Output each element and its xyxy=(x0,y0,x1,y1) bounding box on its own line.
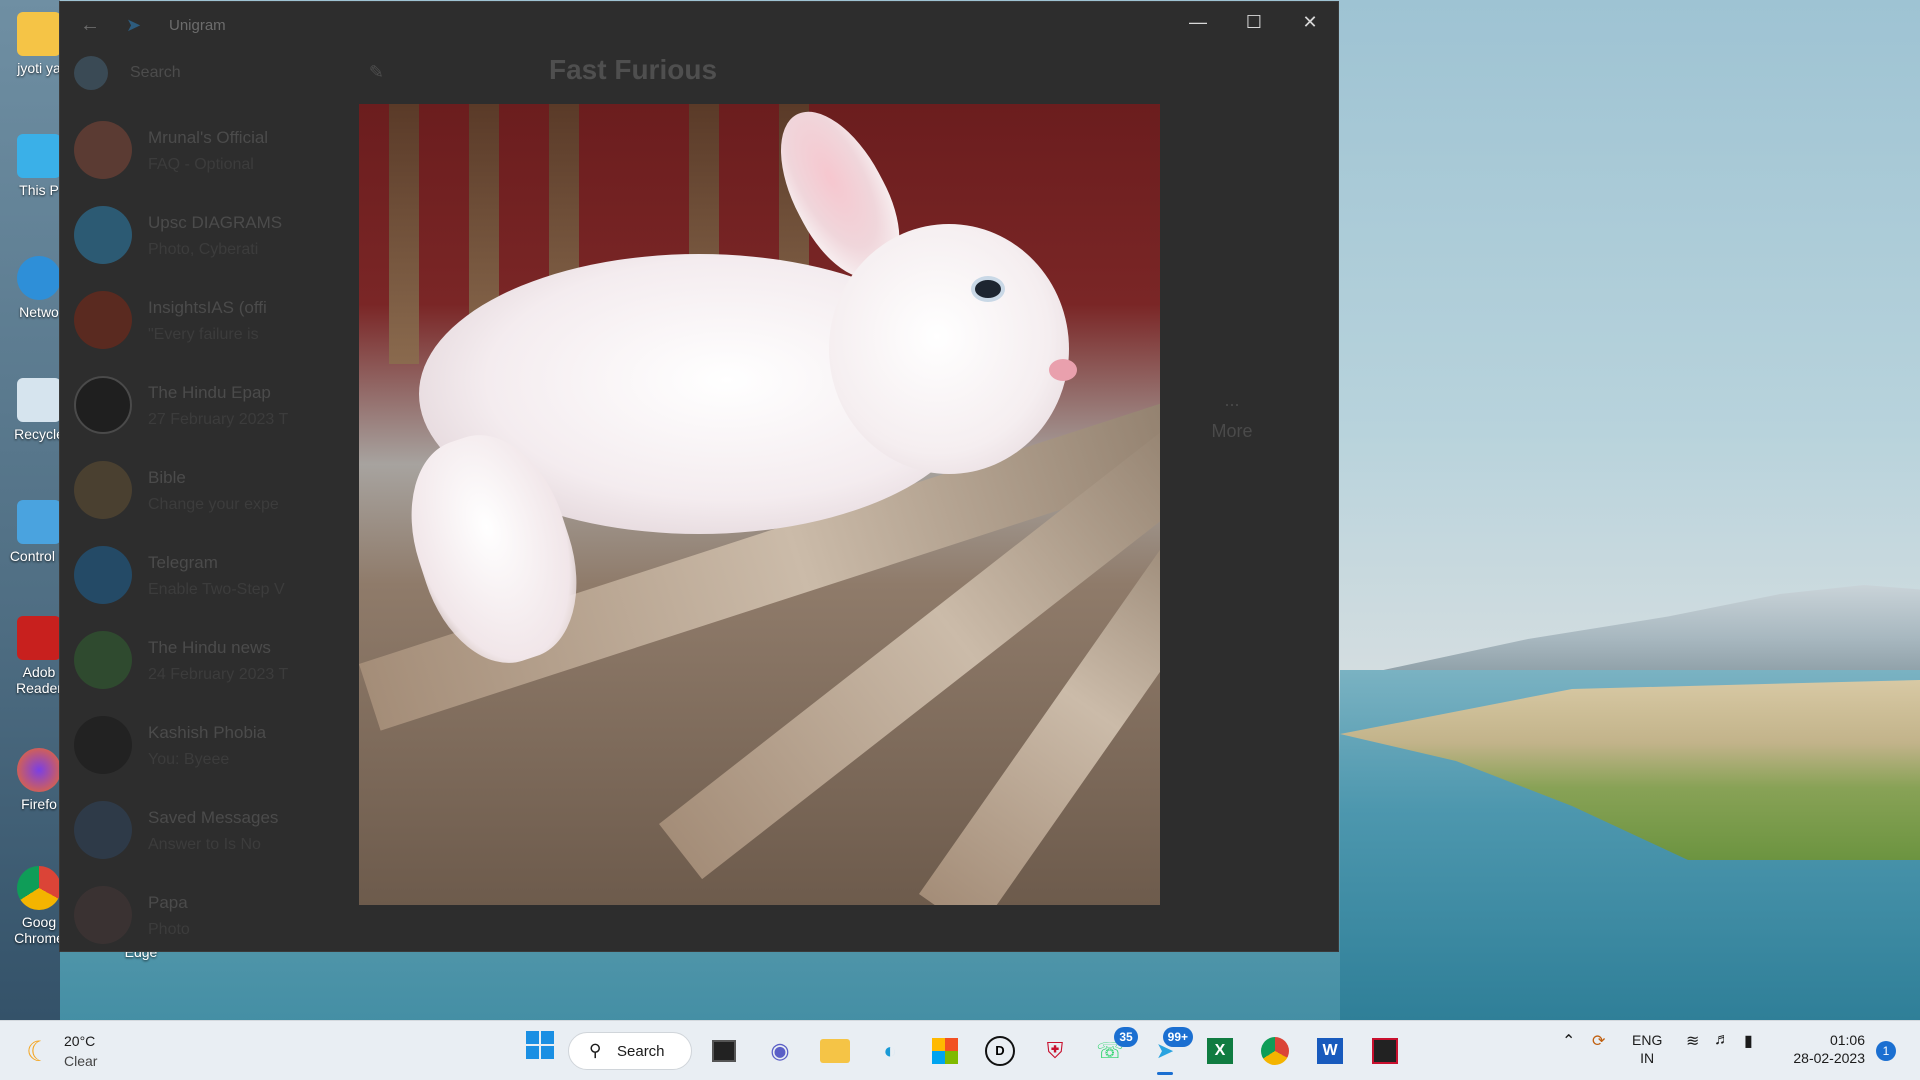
folder-icon xyxy=(820,1039,850,1063)
avatar xyxy=(74,546,132,604)
notification-badge[interactable]: 1 xyxy=(1876,1041,1896,1061)
compose-icon[interactable]: ✎ xyxy=(369,62,384,83)
minimize-button[interactable]: — xyxy=(1170,2,1226,42)
telegram-button[interactable]: ➤ 99+ xyxy=(1145,1027,1193,1075)
windows-logo-icon xyxy=(526,1031,554,1059)
search-input[interactable]: Search xyxy=(130,64,181,82)
mcafee-shield-icon: ⛨ xyxy=(1046,1038,1064,1063)
avatar xyxy=(74,886,132,944)
search-row: Search ✎ xyxy=(74,54,384,94)
chat-item[interactable]: Papa Photo xyxy=(60,873,398,951)
dell-button[interactable]: D xyxy=(980,1031,1020,1071)
folder-icon xyxy=(17,12,61,56)
chat-item[interactable]: Upsc DIAGRAMS Photo, Cyberati xyxy=(60,193,398,277)
word-icon: W xyxy=(1317,1038,1343,1064)
mcafee-button[interactable]: ⛨ xyxy=(1035,1031,1075,1071)
language-indicator[interactable]: ENG IN xyxy=(1632,1031,1662,1067)
adobe-reader-icon xyxy=(17,616,61,660)
sync-icon[interactable]: ⟳ xyxy=(1592,1031,1605,1051)
active-app-indicator xyxy=(1157,1072,1173,1075)
profile-avatar[interactable] xyxy=(74,56,108,90)
volume-icon[interactable]: ♬ xyxy=(1714,1031,1730,1049)
whatsapp-button[interactable]: ☏ 35 xyxy=(1090,1027,1138,1071)
unigram-window: ← ➤ Unigram — ☐ ✕ Search ✎ Mrunal's Offi… xyxy=(59,1,1339,952)
app-button[interactable] xyxy=(1365,1031,1405,1071)
moon-icon: ☾ xyxy=(26,1036,52,1067)
start-button[interactable] xyxy=(520,1031,560,1071)
chat-item[interactable]: Mrunal's Official FAQ - Optional xyxy=(60,108,398,192)
close-button[interactable]: ✕ xyxy=(1282,2,1338,42)
rabbit-nose xyxy=(1049,359,1077,381)
avatar xyxy=(74,631,132,689)
avatar xyxy=(74,206,132,264)
avatar xyxy=(74,461,132,519)
avatar xyxy=(74,376,132,434)
chrome-icon xyxy=(1261,1037,1289,1065)
more-button[interactable]: ... More xyxy=(1167,390,1297,470)
dell-icon: D xyxy=(985,1036,1015,1066)
chat-item[interactable]: Saved Messages Answer to Is No xyxy=(60,788,398,872)
rabbit-eye xyxy=(971,276,1005,302)
edge-icon: ◐ xyxy=(883,1038,897,1063)
chat-item[interactable]: Telegram Enable Two-Step V xyxy=(60,533,398,617)
wallpaper-mountain xyxy=(1360,585,1920,675)
recycle-bin-icon xyxy=(17,378,61,422)
chevron-up-icon[interactable]: ⌃ xyxy=(1562,1031,1575,1051)
title-bar: ← ➤ Unigram — ☐ ✕ xyxy=(60,2,1338,50)
taskbar-search-box[interactable]: ⚲ Search xyxy=(568,1032,692,1070)
edge-button[interactable]: ◐ xyxy=(870,1031,910,1071)
network-icon xyxy=(17,256,61,300)
word-button[interactable]: W xyxy=(1310,1031,1350,1071)
chat-icon: ◉ xyxy=(770,1038,790,1063)
rabbit-head xyxy=(829,224,1069,474)
clock[interactable]: 01:06 28-02-2023 xyxy=(1780,1031,1865,1067)
telegram-logo-icon: ➤ xyxy=(126,15,142,35)
teams-chat-button[interactable]: ◉ xyxy=(760,1031,800,1071)
back-arrow-icon[interactable]: ← xyxy=(80,14,100,37)
maximize-button[interactable]: ☐ xyxy=(1226,2,1282,42)
chat-item[interactable]: Kashish Phobia You: Byeee xyxy=(60,703,398,787)
photo-viewer-image[interactable] xyxy=(359,104,1160,905)
wifi-icon[interactable]: ≋ xyxy=(1686,1031,1699,1051)
chat-item[interactable]: The Hindu news 24 February 2023 T xyxy=(60,618,398,702)
battery-icon[interactable]: ▮ xyxy=(1744,1031,1753,1051)
chrome-icon xyxy=(17,866,61,910)
firefox-icon xyxy=(17,748,61,792)
store-icon xyxy=(932,1038,958,1064)
avatar xyxy=(74,291,132,349)
app-title: Unigram xyxy=(169,17,226,34)
avatar xyxy=(74,801,132,859)
chat-item[interactable]: InsightsIAS (offi "Every failure is xyxy=(60,278,398,362)
chrome-button[interactable] xyxy=(1255,1031,1295,1071)
avatar xyxy=(74,716,132,774)
cage-bar xyxy=(389,104,419,364)
file-explorer-button[interactable] xyxy=(815,1031,855,1071)
avatar xyxy=(74,121,132,179)
search-icon: ⚲ xyxy=(589,1041,602,1060)
taskbar: ☾ 20°C Clear ⚲ Search ◉ ◐ D ⛨ ☏ 35 ➤ 99+ xyxy=(0,1020,1920,1080)
monitor-icon xyxy=(17,134,61,178)
chat-item[interactable]: Bible Change your expe xyxy=(60,448,398,532)
excel-icon: X xyxy=(1207,1038,1233,1064)
task-view-button[interactable] xyxy=(704,1031,744,1071)
control-panel-icon xyxy=(17,500,61,544)
chat-item[interactable]: The Hindu Epap 27 February 2023 T xyxy=(60,363,398,447)
app-icon xyxy=(1372,1038,1398,1064)
task-view-icon xyxy=(712,1040,736,1062)
chat-list-sidebar: Search ✎ Mrunal's Official FAQ - Optiona… xyxy=(60,50,398,951)
weather-widget[interactable]: ☾ 20°C Clear xyxy=(26,1031,146,1073)
store-button[interactable] xyxy=(925,1031,965,1071)
chat-title: Fast Furious xyxy=(549,54,718,85)
excel-button[interactable]: X xyxy=(1200,1031,1240,1071)
